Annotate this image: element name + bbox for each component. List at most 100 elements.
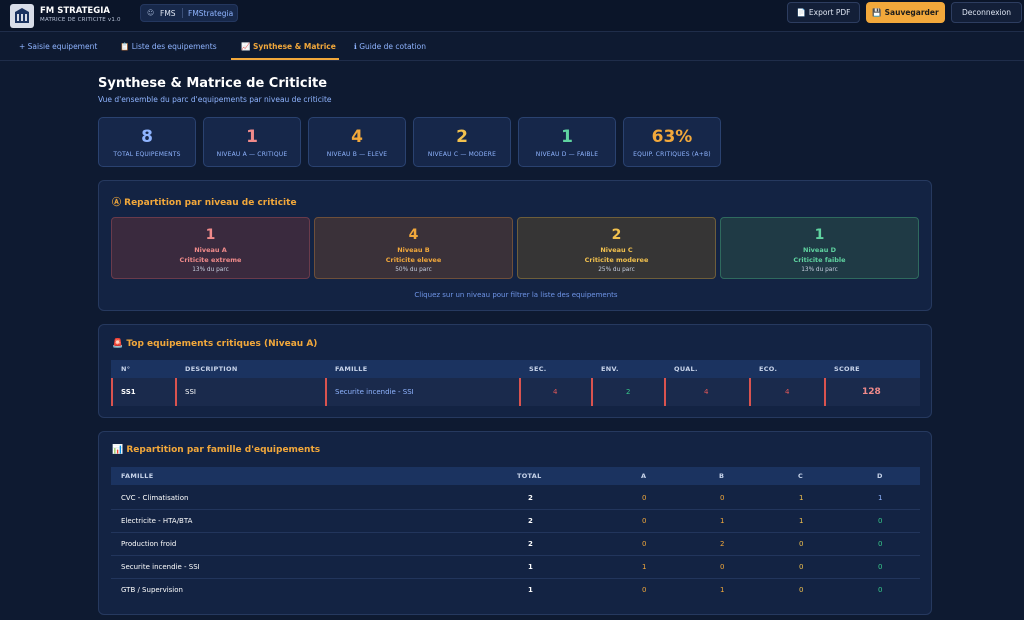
table-row[interactable]: SS1 SSI Securite incendie - SSI 4 2 4 4 … (111, 378, 920, 406)
stat-card-niveau-c: 2 NIVEAU C — MODERE (413, 117, 511, 167)
col-sec: SEC. (529, 365, 547, 373)
chip-divider (182, 8, 183, 18)
table-row[interactable]: Securite incendie - SSI 1 1 0 0 0 (111, 556, 920, 579)
familles-table: FAMILLE TOTAL A B C D CVC - Climatisatio… (99, 467, 933, 605)
tab-liste-label: Liste des equipements (131, 42, 217, 51)
org-name: FMS (160, 9, 176, 18)
user-chip[interactable]: ☺ FMS FMStrategia (140, 4, 238, 22)
tab-bar: + Saisie equipement 📋 Liste des equipeme… (0, 33, 1024, 61)
building-icon (15, 8, 29, 23)
col-score: SCORE (834, 365, 860, 373)
level-card-c[interactable]: 2 Niveau C Criticite moderee 25% du parc (517, 217, 716, 279)
user-icon: ☺ (147, 9, 155, 17)
stat-card-critiques-pct: 63% EQUIP. CRITIQUES (A+B) (623, 117, 721, 167)
logout-label: Deconnexion (962, 8, 1011, 17)
table-row[interactable]: Electricite - HTA/BTA 2 0 1 1 0 (111, 510, 920, 533)
cell-a: 0 (642, 517, 647, 525)
level-card-b[interactable]: 4 Niveau B Criticite elevee 50% du parc (314, 217, 513, 279)
stat-label: NIVEAU D — FAIBLE (535, 151, 599, 158)
page-subtitle: Vue d'ensemble du parc d'equipements par… (98, 95, 332, 104)
criticite-bar (111, 378, 113, 406)
cell-c: 0 (799, 563, 804, 571)
logout-button[interactable]: Deconnexion (951, 2, 1022, 23)
tab-guide-label: Guide de cotation (359, 42, 427, 51)
cell-d: 0 (878, 540, 883, 548)
critiques-table-header: N° DESCRIPTION FAMILLE SEC. ENV. QUAL. E… (111, 360, 920, 378)
alert-icon: 🚨 (112, 339, 127, 349)
save-button[interactable]: 💾 Sauvegarder (866, 2, 945, 23)
criticite-bar (519, 378, 521, 406)
cell-d: 1 (878, 494, 883, 502)
repartition-famille-panel: 📊 Repartition par famille d'equipements … (98, 431, 932, 615)
tab-saisie[interactable]: + Saisie equipement (19, 42, 97, 51)
cell-c: 0 (799, 540, 804, 548)
cell-a: 0 (642, 540, 647, 548)
cell-famille: Electricite - HTA/BTA (121, 517, 193, 525)
criticite-bar (325, 378, 327, 406)
col-d: D (877, 472, 883, 480)
repartition-niveau-title-text: Repartition par niveau de criticite (124, 198, 297, 208)
cell-famille: Production froid (121, 540, 177, 548)
stat-card-niveau-b: 4 NIVEAU B — ELEVE (308, 117, 406, 167)
level-card-d[interactable]: 1 Niveau D Criticite faible 13% du parc (720, 217, 919, 279)
col-famille: FAMILLE (335, 365, 368, 373)
col-famille: FAMILLE (121, 472, 154, 480)
criticite-bar (664, 378, 666, 406)
cell-total: 1 (528, 563, 533, 571)
filter-hint: Cliquez sur un niveau pour filtrer la li… (414, 291, 618, 299)
cell-b: 0 (720, 494, 725, 502)
cell-d: 0 (878, 586, 883, 594)
stat-card-niveau-a: 1 NIVEAU A — CRITIQUE (203, 117, 301, 167)
cell-d: 0 (878, 517, 883, 525)
repartition-niveau-panel: Ⓐ Repartition par niveau de criticite 1 … (98, 180, 932, 311)
top-critiques-title: 🚨 Top equipements critiques (Niveau A) (112, 339, 317, 349)
cell-famille: Securite incendie - SSI (121, 563, 200, 571)
tab-synthese[interactable]: 📈 Synthese & Matrice (241, 42, 336, 51)
brand-subtitle: MATRICE DE CRITICITE v1.0 (40, 17, 121, 23)
clipboard-icon: 📋 (120, 42, 132, 51)
stat-label: NIVEAU C — MODERE (427, 151, 497, 158)
table-row[interactable]: Production froid 2 0 2 0 0 (111, 533, 920, 556)
cell-total: 2 (528, 494, 533, 502)
tab-liste[interactable]: 📋 Liste des equipements (120, 42, 217, 51)
active-tab-indicator (231, 58, 339, 60)
stat-label: TOTAL EQUIPEMENTS (113, 151, 181, 158)
document-icon: 📄 (796, 8, 806, 17)
level-share: 13% du parc (801, 267, 838, 273)
stat-value: 2 (456, 127, 468, 147)
cell-c: 1 (799, 494, 804, 502)
level-a-icon: Ⓐ (112, 198, 125, 208)
level-count: 1 (814, 227, 825, 243)
floppy-disk-icon: 💾 (872, 8, 882, 17)
table-row[interactable]: GTB / Supervision 1 0 1 0 0 (111, 579, 920, 602)
level-name: Niveau A (194, 246, 227, 254)
tab-guide[interactable]: ℹ Guide de cotation (354, 42, 426, 51)
stat-value: 1 (246, 127, 258, 147)
level-count: 2 (611, 227, 622, 243)
export-pdf-button[interactable]: 📄 Export PDF (787, 2, 860, 23)
logo (10, 4, 34, 28)
cell-c: 0 (799, 586, 804, 594)
export-pdf-label: Export PDF (808, 8, 851, 17)
col-eco: ECO. (759, 365, 778, 373)
level-share: 25% du parc (598, 267, 635, 273)
table-row[interactable]: CVC - Climatisation 2 0 0 1 1 (111, 487, 920, 510)
cell-b: 0 (720, 563, 725, 571)
level-share: 13% du parc (192, 267, 229, 273)
level-desc: Criticite moderee (584, 256, 649, 264)
stat-label: EQUIP. CRITIQUES (A+B) (633, 151, 711, 158)
repartition-famille-title: 📊 Repartition par famille d'equipements (112, 445, 320, 455)
cell-num: SS1 (121, 388, 136, 396)
col-total: TOTAL (517, 472, 542, 480)
level-name: Niveau B (397, 246, 430, 254)
cell-score: 128 (862, 387, 881, 397)
repartition-famille-title-text: Repartition par famille d'equipements (126, 445, 321, 455)
cell-a: 0 (642, 494, 647, 502)
stat-value: 63% (651, 127, 693, 147)
col-env: ENV. (601, 365, 619, 373)
col-num: N° (121, 365, 131, 373)
level-card-a[interactable]: 1 Niveau A Criticite extreme 13% du parc (111, 217, 310, 279)
level-desc: Criticite faible (793, 256, 846, 264)
top-bar: FM STRATEGIA MATRICE DE CRITICITE v1.0 ☺… (0, 0, 1024, 32)
bar-chart-icon: 📊 (112, 445, 127, 455)
